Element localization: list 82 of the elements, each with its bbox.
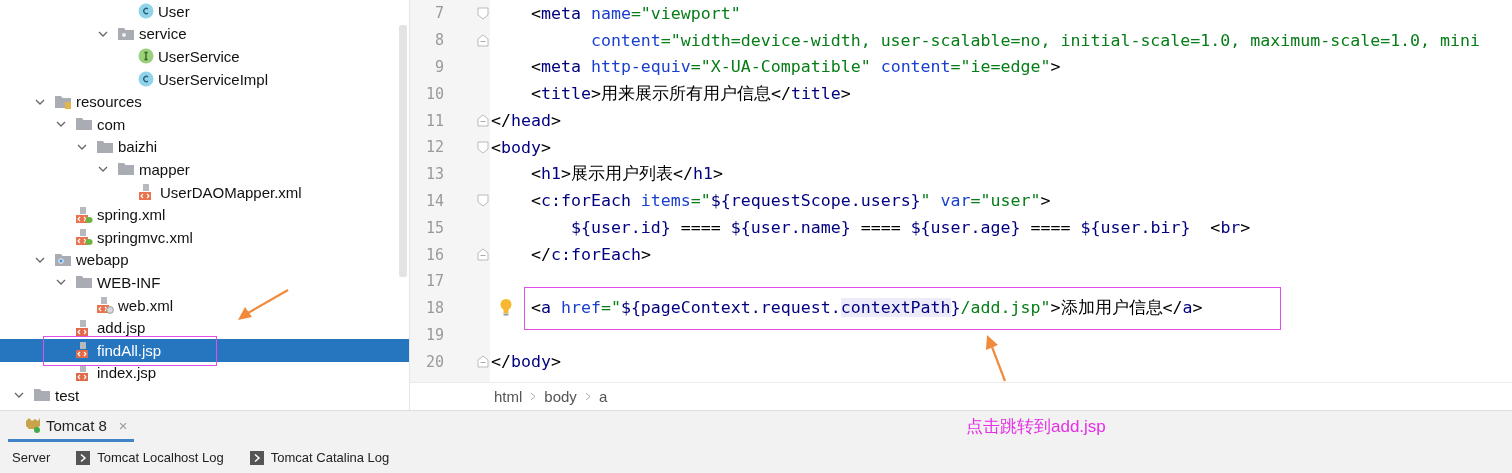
code-line: <body> <box>491 137 551 157</box>
tree-item[interactable]: resources <box>0 90 409 113</box>
tree-item[interactable]: index.jsp <box>0 361 409 385</box>
tree-item[interactable]: baizhi <box>0 135 409 159</box>
xml-file-icon <box>75 205 93 224</box>
code-line: </c:forEach> <box>529 245 651 265</box>
breadcrumb-item[interactable]: html <box>494 388 523 405</box>
code-line: <h1>展示用户列表</h1> <box>529 163 723 186</box>
console-icon <box>249 450 264 465</box>
tree-item[interactable]: test <box>0 384 409 407</box>
console-icon <box>76 450 91 465</box>
line-number: 20 <box>424 352 444 371</box>
code-line: <title>用来展示所有用户信息</title> <box>529 82 851 105</box>
code-line: </body> <box>491 352 561 372</box>
tree-item[interactable]: WEB-INF <box>0 271 409 294</box>
tree-item[interactable]: webapp <box>0 248 409 272</box>
log-tab[interactable]: Tomcat Catalina Log <box>249 450 390 465</box>
folder-icon <box>33 387 51 404</box>
code-line: <meta http-equiv="X-UA-Compatible" content="ie=edge"> <box>529 57 1061 77</box>
fold-marker-icon[interactable] <box>477 355 489 369</box>
folder-icon <box>96 138 114 155</box>
annotation-arrow <box>236 288 290 322</box>
xml-file-icon <box>96 296 114 314</box>
class-icon <box>138 3 154 20</box>
xml-file-icon <box>75 228 93 247</box>
breadcrumb-item[interactable]: body <box>544 388 577 405</box>
code-line: </head> <box>491 111 561 131</box>
line-number: 13 <box>424 165 444 184</box>
fold-marker-icon[interactable] <box>477 6 489 20</box>
fold-marker-icon[interactable] <box>477 33 489 47</box>
breadcrumb-item[interactable]: a <box>598 388 608 405</box>
tree-item[interactable]: spring.xml <box>0 203 409 226</box>
folder-icon <box>75 116 93 133</box>
line-number: 18 <box>424 299 444 318</box>
folder-icon <box>117 25 135 42</box>
tree-item[interactable]: mapper <box>0 158 409 181</box>
class-icon <box>138 71 154 88</box>
line-number: 11 <box>424 111 444 130</box>
lightbulb-icon[interactable] <box>499 297 513 316</box>
line-number: 14 <box>424 191 444 210</box>
folder-icon <box>54 93 72 110</box>
tree-item[interactable]: UserService <box>0 45 409 68</box>
tool-window-tab[interactable]: Tomcat 8 × <box>8 411 134 442</box>
tree-item[interactable]: springmvc.xml <box>0 225 409 249</box>
tomcat-icon <box>24 417 42 433</box>
code-line: content="width=device-width, user-scalable=no, initial-scale=1.0, maximum-scale=1.0, mini <box>589 30 1481 50</box>
annotation-arrow <box>984 333 1008 382</box>
code-line: <a href="${pageContext.request.contextPath}/add.jsp">添加用户信息</a> <box>529 297 1203 320</box>
folder-icon <box>75 274 93 291</box>
chevron-right-icon <box>584 392 591 401</box>
line-number: 19 <box>424 325 444 344</box>
tree-item[interactable]: User <box>0 0 409 23</box>
line-number: 15 <box>424 218 444 237</box>
log-tab[interactable]: Server <box>12 450 51 465</box>
fold-marker-icon[interactable] <box>477 194 489 208</box>
fold-marker-icon[interactable] <box>477 248 489 262</box>
interface-icon <box>138 48 154 65</box>
line-number: 10 <box>424 84 444 103</box>
tree-item[interactable]: UserServiceImpl <box>0 67 409 91</box>
fold-marker-icon[interactable] <box>477 114 489 128</box>
tree-item[interactable]: add.jsp <box>0 316 409 339</box>
line-number: 9 <box>433 58 444 76</box>
log-tab[interactable]: Tomcat Localhost Log <box>76 450 224 465</box>
fold-marker-icon[interactable] <box>477 140 489 154</box>
tree-item[interactable]: findAll.jsp <box>0 338 409 362</box>
tree-item[interactable]: service <box>0 22 409 46</box>
tree-item[interactable]: UserDAOMapper.xml <box>0 180 409 204</box>
annotation-text: 点击跳转到add.jsp <box>966 416 1106 438</box>
tree-item[interactable]: web.xml <box>0 293 409 317</box>
folder-icon <box>54 251 72 268</box>
line-number: 16 <box>424 245 444 264</box>
code-line: <c:forEach items="${requestScope.users}" var="user"> <box>529 191 1051 211</box>
code-line: ${user.id} ==== ${user.name} ==== ${user.age} ==== ${user.bir} <br> <box>569 218 1251 238</box>
folder-icon <box>117 161 135 178</box>
line-number: 17 <box>424 272 444 291</box>
chevron-right-icon <box>530 392 537 401</box>
code-line: <meta name="viewport" <box>529 3 741 23</box>
tree-item[interactable]: com <box>0 112 409 136</box>
line-number: 12 <box>424 138 444 157</box>
scrollbar[interactable] <box>399 25 407 277</box>
line-number: 8 <box>433 31 444 50</box>
line-number: 7 <box>433 4 444 23</box>
